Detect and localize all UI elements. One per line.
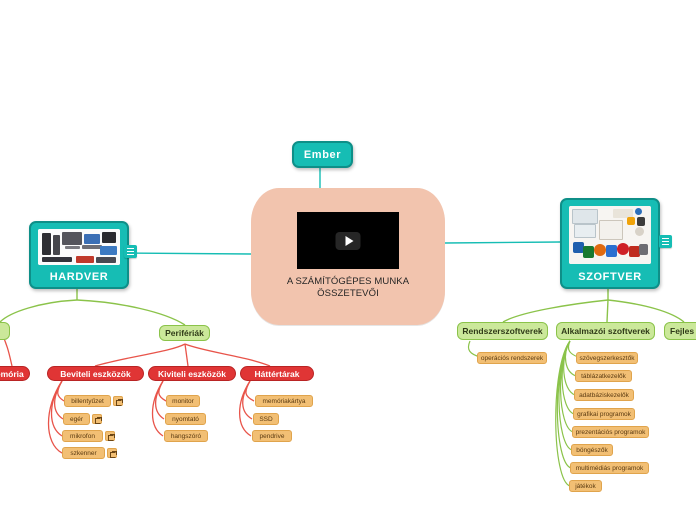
leaf-jatekok[interactable]: játékok — [569, 480, 602, 492]
leaf-monitor[interactable]: monitor — [166, 395, 200, 407]
leaf-szovegszerkesztok[interactable]: szövegszerkesztők — [576, 352, 638, 364]
node-szoftver-label: SZOFTVER — [578, 271, 642, 283]
group-beviteli-eszkozok[interactable]: Beviteli eszközök — [47, 366, 144, 381]
leaf-pendrive[interactable]: pendrive — [252, 430, 292, 442]
branch-periferiak-label: Perifériák — [165, 328, 204, 338]
leaf-bongeszok-label: böngészők — [576, 446, 608, 454]
leaf-ssd[interactable]: SSD — [253, 413, 279, 425]
group-alkalmazoi-szoftverek[interactable]: Alkalmazói szoftverek — [556, 322, 655, 340]
leaf-billentyuzet[interactable]: billentyűzet — [64, 395, 111, 407]
leaf-szkenner-label: szkenner — [70, 449, 97, 457]
hardver-note-icon[interactable] — [124, 245, 137, 258]
leaf-prezentacios-programok[interactable]: prezentációs programok — [572, 426, 649, 438]
node-ember-label: Ember — [303, 148, 342, 161]
leaf-adatbaziskezelok-label: adatbáziskezelők — [579, 391, 629, 399]
group-fejlesztoi-szoftverek-clipped[interactable]: Fejles — [664, 322, 696, 340]
leaf-adatbaziskezelok[interactable]: adatbáziskezelők — [574, 389, 634, 401]
leaf-billentyuzet-label: billentyűzet — [71, 397, 104, 405]
node-szoftver[interactable]: SZOFTVER — [560, 198, 660, 289]
hardware-photo-icon — [38, 229, 120, 265]
branch-memoria-label: memória — [0, 368, 24, 379]
group-alkalmazoi-szoftverek-label: Alkalmazói szoftverek — [561, 326, 650, 336]
leaf-operacios-rendszerek[interactable]: operációs rendszerek — [477, 352, 547, 364]
branch-memoria[interactable]: memória — [0, 366, 30, 381]
leaf-mikrofon-label: mikrofon — [70, 432, 95, 440]
group-rendszerszoftverek-label: Rendszerszoftverek — [462, 326, 543, 336]
leaf-hangszoro[interactable]: hangszóró — [164, 430, 208, 442]
group-beviteli-eszkozok-label: Beviteli eszközök — [60, 368, 131, 379]
leaf-jatekok-label: játékok — [575, 482, 596, 490]
node-ember[interactable]: Ember — [292, 141, 353, 168]
branch-periferiak[interactable]: Perifériák — [159, 325, 210, 341]
leaf-ssd-label: SSD — [259, 415, 273, 423]
leaf-grafikai-programok-label: grafikai programok — [577, 410, 631, 418]
central-node-title: A SZÁMÍTÓGÉPES MUNKA ÖSSZETEVŐI — [286, 276, 410, 299]
central-video-thumbnail[interactable] — [297, 212, 399, 269]
node-hardver-label: HARDVER — [49, 271, 109, 283]
leaf-grafikai-programok[interactable]: grafikai programok — [573, 408, 635, 420]
group-rendszerszoftverek[interactable]: Rendszerszoftverek — [457, 322, 548, 340]
leaf-memoriakartya[interactable]: memóriakártya — [255, 395, 313, 407]
leaf-eger[interactable]: egér — [63, 413, 90, 425]
leaf-nyomtato-label: nyomtató — [172, 415, 199, 423]
leaf-prezentacios-programok-label: prezentációs programok — [575, 428, 646, 436]
leaf-multimedias-programok[interactable]: multimédiás programok — [570, 462, 649, 474]
billentyuzet-link-icon[interactable] — [113, 396, 123, 406]
leaf-bongeszok[interactable]: böngészők — [571, 444, 613, 456]
leaf-tablazatkezelok[interactable]: táblázatkezelők — [575, 370, 632, 382]
leaf-operacios-rendszerek-label: operációs rendszerek — [480, 354, 544, 362]
mikrofon-link-icon[interactable] — [105, 431, 115, 441]
leaf-monitor-label: monitor — [172, 397, 194, 405]
szkenner-link-icon[interactable] — [107, 448, 117, 458]
group-hattertarak[interactable]: Háttértárak — [240, 366, 314, 381]
leaf-pendrive-label: pendrive — [259, 432, 285, 440]
leaf-hangszoro-label: hangszóró — [170, 432, 202, 440]
group-kiviteli-eszkozok[interactable]: Kiviteli eszközök — [148, 366, 236, 381]
software-photo-icon — [569, 206, 651, 264]
leaf-multimedias-programok-label: multimédiás programok — [575, 464, 644, 472]
branch-hardver-clipped-green[interactable] — [0, 322, 10, 340]
leaf-tablazatkezelok-label: táblázatkezelők — [581, 372, 626, 380]
leaf-szovegszerkesztok-label: szövegszerkesztők — [579, 354, 635, 362]
central-node[interactable]: A SZÁMÍTÓGÉPES MUNKA ÖSSZETEVŐI — [251, 188, 445, 325]
eger-link-icon[interactable] — [92, 414, 102, 424]
group-kiviteli-eszkozok-label: Kiviteli eszközök — [157, 368, 227, 379]
leaf-memoriakartya-label: memóriakártya — [262, 397, 306, 405]
leaf-mikrofon[interactable]: mikrofon — [62, 430, 103, 442]
leaf-eger-label: egér — [69, 415, 83, 423]
szoftver-note-icon[interactable] — [659, 235, 672, 248]
leaf-szkenner[interactable]: szkenner — [62, 447, 105, 459]
group-hattertarak-label: Háttértárak — [254, 368, 300, 379]
node-hardver[interactable]: HARDVER — [29, 221, 129, 289]
play-icon[interactable] — [335, 231, 361, 250]
leaf-nyomtato[interactable]: nyomtató — [165, 413, 206, 425]
group-fejlesztoi-szoftverek-label: Fejles — [670, 326, 695, 336]
mindmap-canvas: A SZÁMÍTÓGÉPES MUNKA ÖSSZETEVŐI Ember HA… — [0, 0, 696, 520]
